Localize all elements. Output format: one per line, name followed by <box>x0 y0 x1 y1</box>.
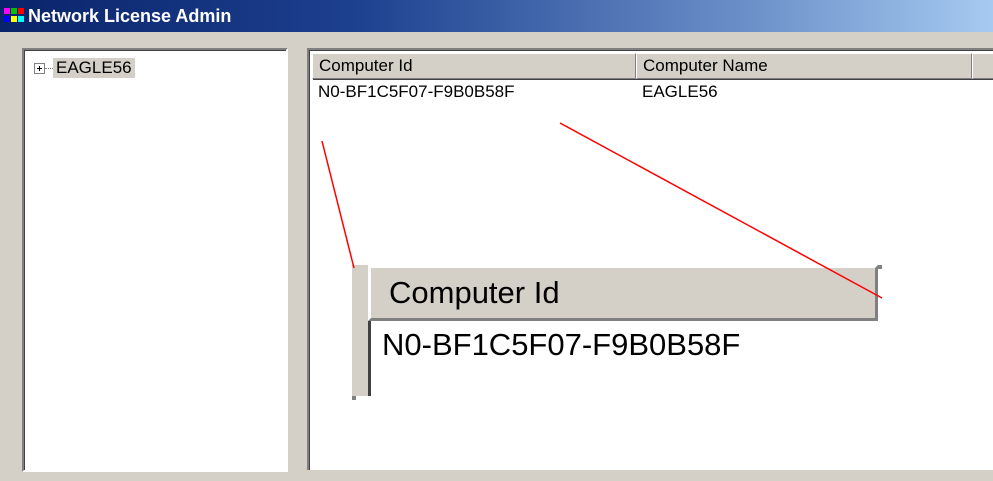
cell-computer-name[interactable]: EAGLE56 <box>636 82 972 102</box>
zoom-callout: Computer Id N0-BF1C5F07-F9B0B58F <box>352 265 882 400</box>
cell-computer-id[interactable]: N0-BF1C5F07-F9B0B58F <box>312 82 636 102</box>
zoom-divider <box>368 321 371 396</box>
plus-box-icon[interactable] <box>34 62 45 74</box>
tree-item-label[interactable]: EAGLE56 <box>53 58 135 78</box>
tree-item-eagle56[interactable]: EAGLE56 <box>34 58 135 78</box>
column-header-extra[interactable] <box>972 53 993 79</box>
tree-view[interactable]: EAGLE56 <box>22 48 288 472</box>
column-header-computer-name[interactable]: Computer Name <box>636 53 972 79</box>
zoom-column-header: Computer Id <box>368 265 878 321</box>
tree-connector <box>45 68 53 69</box>
table-row[interactable]: N0-BF1C5F07-F9B0B58F EAGLE56 <box>312 82 972 102</box>
computer-list[interactable]: Computer Id Computer Name N0-BF1C5F07-F9… <box>307 48 993 470</box>
window-title: Network License Admin <box>28 5 232 26</box>
app-icon <box>4 5 26 27</box>
zoom-computer-id: N0-BF1C5F07-F9B0B58F <box>382 327 741 362</box>
list-header: Computer Id Computer Name <box>312 53 993 79</box>
title-bar[interactable]: Network License Admin <box>0 0 993 32</box>
column-header-computer-id[interactable]: Computer Id <box>312 53 636 79</box>
zoom-frame-edge <box>352 265 368 396</box>
